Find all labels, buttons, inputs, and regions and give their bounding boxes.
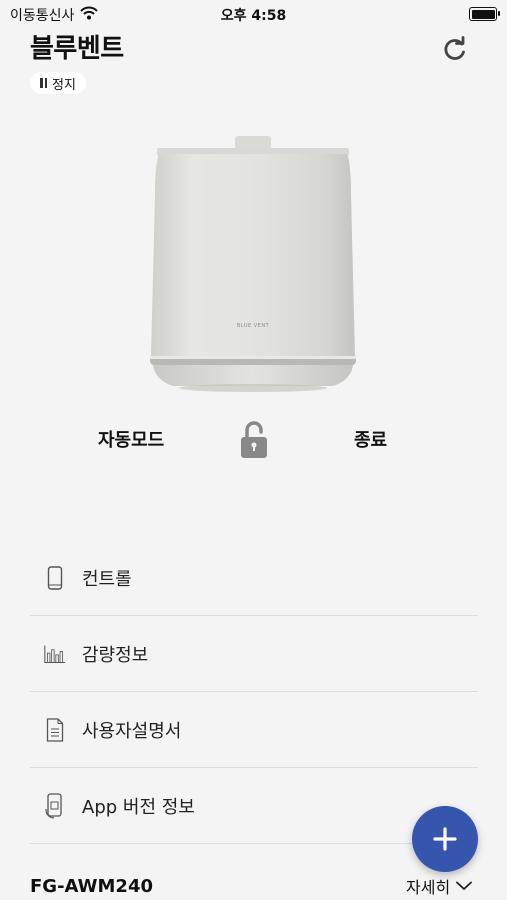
- menu-item-reduction-info[interactable]: 감량정보: [30, 616, 478, 692]
- menu-item-label: 컨트롤: [82, 568, 132, 590]
- document-icon: [44, 717, 66, 742]
- device-image: BLUE VENT: [147, 134, 359, 394]
- menu-list: 컨트롤 감량정보 사용자설명서 App 버전 정보: [30, 540, 478, 844]
- menu-item-label: App 버전 정보: [82, 796, 195, 818]
- detail-toggle[interactable]: 자세히: [406, 874, 473, 898]
- model-name: FG-AWM240: [30, 876, 154, 897]
- phone-icon: [44, 565, 66, 590]
- brand-logo: BLUE VENT: [237, 323, 270, 329]
- plus-icon: [433, 827, 457, 851]
- add-device-button[interactable]: [412, 806, 478, 872]
- menu-item-user-manual[interactable]: 사용자설명서: [30, 692, 478, 768]
- end-button[interactable]: 종료: [354, 426, 387, 452]
- refresh-icon[interactable]: [442, 36, 468, 62]
- menu-item-label: 사용자설명서: [82, 720, 182, 742]
- bar-chart-icon: [44, 642, 66, 666]
- unlock-icon[interactable]: [239, 420, 269, 460]
- pause-label: 정지: [52, 77, 76, 93]
- menu-item-control[interactable]: 컨트롤: [30, 540, 478, 616]
- pause-icon: [40, 78, 47, 88]
- app-info-icon: [44, 792, 66, 819]
- auto-mode-button[interactable]: 자동모드: [98, 426, 164, 452]
- clock: 오후 4:58: [220, 8, 287, 24]
- menu-item-label: 감량정보: [82, 644, 149, 666]
- menu-item-app-version[interactable]: App 버전 정보: [30, 768, 478, 844]
- page-title: 블루벤트: [30, 34, 124, 64]
- battery-icon: [469, 7, 500, 21]
- detail-label: 자세히: [406, 878, 451, 897]
- status-bar: 이동통신사 오후 4:58: [0, 0, 507, 28]
- pause-button[interactable]: 정지: [30, 72, 86, 94]
- chevron-down-icon: [456, 881, 473, 890]
